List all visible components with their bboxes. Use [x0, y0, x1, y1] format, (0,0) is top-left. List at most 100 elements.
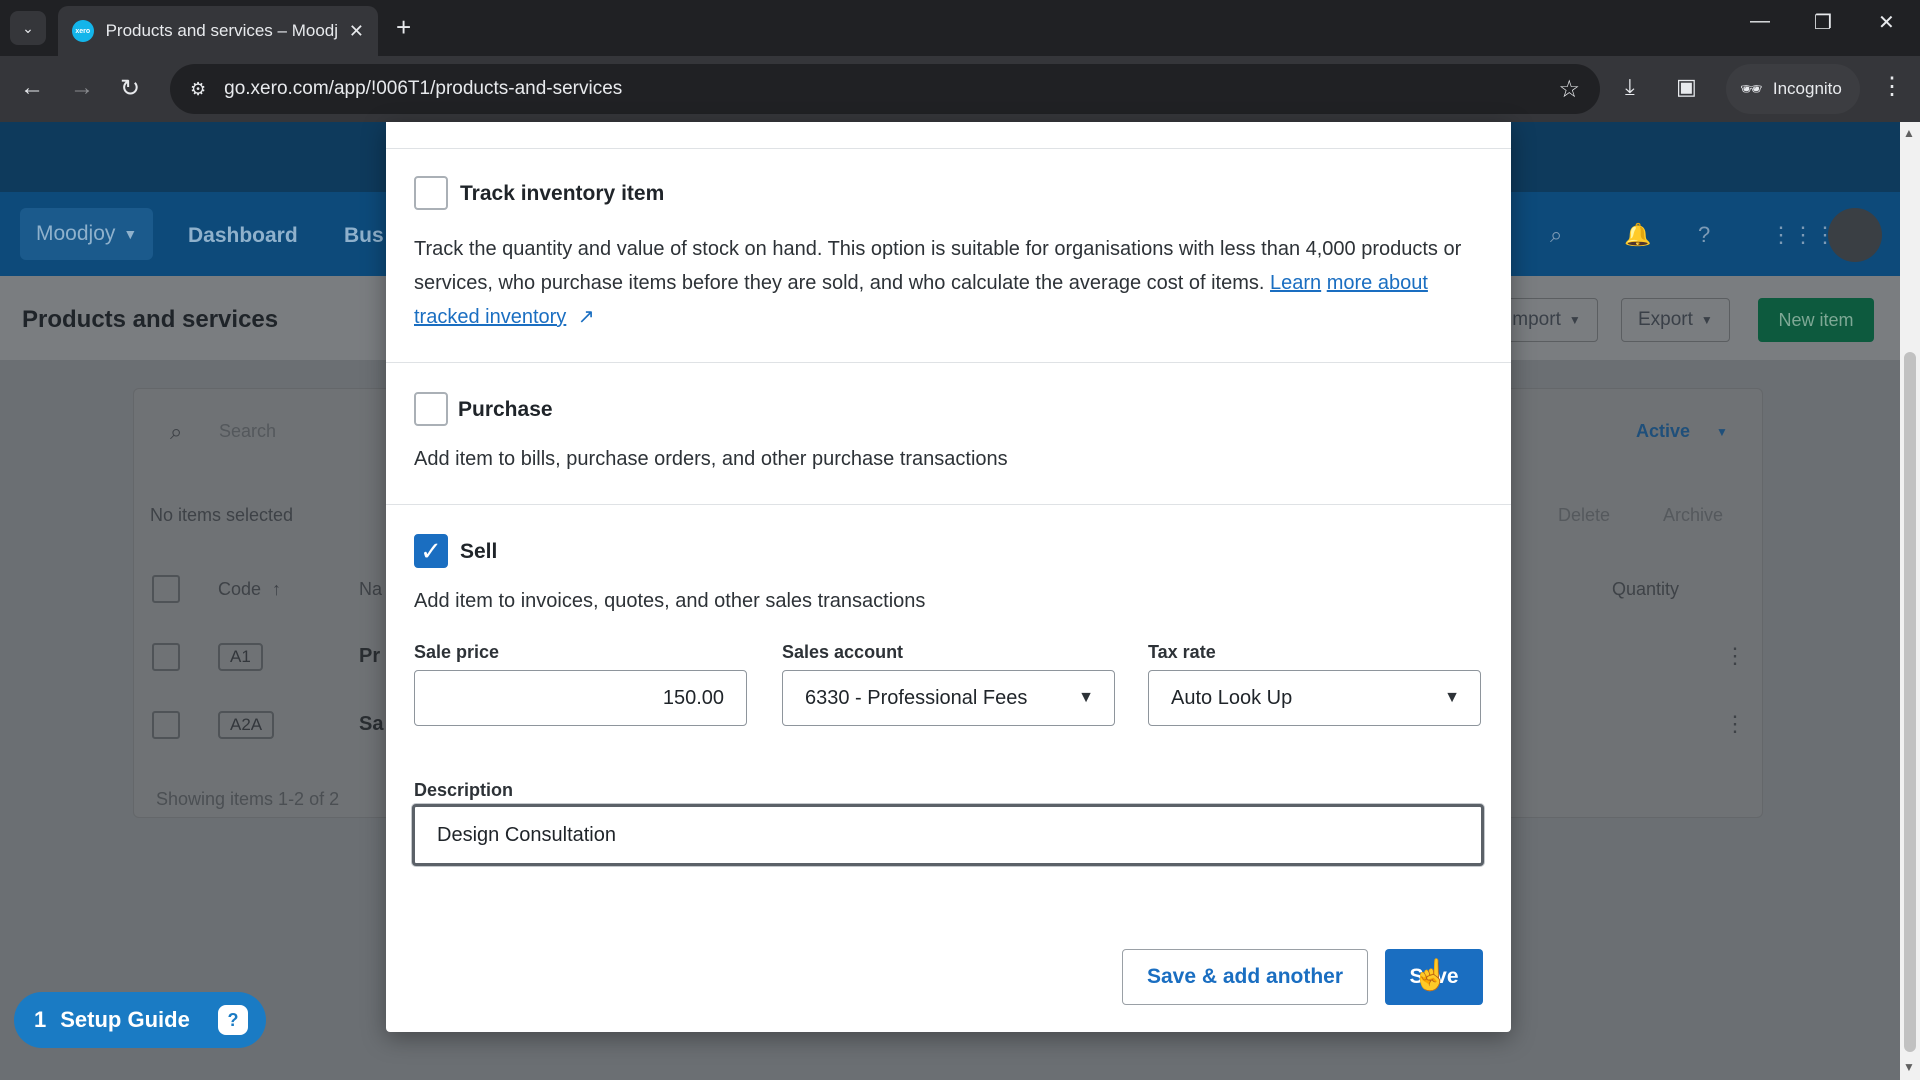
col-code[interactable]: Code [218, 579, 261, 600]
chevron-down-icon: ▼ [1568, 313, 1581, 327]
tax-rate-label: Tax rate [1148, 642, 1216, 662]
xero-favicon: xero [72, 20, 94, 42]
learn-link[interactable]: Learn [1270, 272, 1321, 294]
row-checkbox[interactable] [152, 711, 180, 739]
org-name: Moodjoy [36, 222, 116, 245]
nav-business[interactable]: Bus [344, 224, 384, 248]
description-value: Design Consultation [437, 823, 616, 846]
setup-guide-count: 1 [34, 1007, 47, 1032]
status-filter[interactable]: Active [1636, 421, 1690, 442]
sale-price-input[interactable]: 150.00 [414, 670, 747, 726]
description-input[interactable]: Design Consultation [412, 804, 1484, 866]
apps-grid-icon[interactable]: ⋮⋮⋮ [1770, 222, 1836, 248]
purchase-label: Purchase [458, 398, 553, 421]
sale-price-value: 150.00 [662, 686, 724, 709]
sell-checkbox[interactable]: ✓ [414, 534, 448, 568]
star-icon[interactable]: ☆ [1558, 75, 1580, 104]
caret-down-icon: ▼ [1078, 689, 1094, 706]
search-input[interactable]: Search [219, 421, 276, 442]
browser-toolbar: ← → ↻ ⚙ go.xero.com/app/!006T1/products-… [0, 56, 1920, 122]
window-close-icon[interactable]: ✕ [1878, 10, 1895, 35]
sales-account-value: 6330 - Professional Fees [805, 686, 1028, 709]
restore-icon[interactable]: ❐ [1814, 10, 1832, 35]
sidepanel-icon[interactable]: ▣ [1676, 74, 1697, 100]
export-button[interactable]: Export ▼ [1621, 298, 1730, 342]
export-label: Export [1638, 309, 1693, 330]
caret-down-icon: ▼ [1444, 689, 1460, 706]
save-and-add-another-button[interactable]: Save & add another [1122, 949, 1368, 1005]
sale-price-label: Sale price [414, 642, 500, 662]
row-code: A1 [218, 643, 263, 671]
browser-tab[interactable]: xero Products and services – Moodjoy ✕ [58, 6, 378, 56]
sales-account-label: Sales account [782, 642, 904, 662]
search-icon[interactable]: ⌕ [1550, 222, 1562, 248]
tab-list-icon[interactable]: ⌄ [10, 11, 46, 45]
tab-title: Products and services – Moodjoy [105, 21, 337, 40]
description-label: Description [414, 780, 514, 800]
scrollbar-thumb[interactable] [1904, 352, 1916, 1052]
setup-guide-button[interactable]: 1 Setup Guide ? [14, 992, 266, 1048]
chevron-down-icon: ▼ [1716, 425, 1728, 439]
scroll-down-icon[interactable]: ▼ [1903, 1060, 1915, 1074]
row-name[interactable]: Pr [359, 645, 380, 668]
setup-guide-label: Setup Guide [60, 1007, 190, 1032]
avatar[interactable] [1828, 208, 1882, 262]
browser-tabbar: ⌄ xero Products and services – Moodjoy ✕… [0, 0, 1920, 56]
menu-dots-icon[interactable]: ⋮ [1880, 72, 1904, 101]
archive-button[interactable]: Archive [1663, 505, 1723, 526]
delete-button[interactable]: Delete [1558, 505, 1610, 526]
selection-text: No items selected [150, 505, 294, 525]
track-inventory-desc: Track the quantity and value of stock on… [414, 232, 1484, 334]
chevron-down-icon: ▼ [123, 226, 138, 242]
divider [386, 504, 1511, 505]
new-item-modal: Track inventory item Track the quantity … [386, 122, 1511, 1032]
track-inventory-label: Track inventory item [460, 182, 665, 205]
tax-rate-value: Auto Look Up [1171, 686, 1293, 709]
list-footer: Showing items 1-2 of 2 [156, 789, 340, 809]
download-icon[interactable]: ⤓ [1625, 74, 1635, 100]
new-item-button[interactable]: New item [1758, 298, 1874, 342]
sales-account-select[interactable]: 6330 - Professional Fees ▼ [782, 670, 1115, 726]
help-icon[interactable]: ? [1698, 222, 1710, 248]
back-icon[interactable]: ← [20, 74, 44, 102]
purchase-desc: Add item to bills, purchase orders, and … [414, 448, 1008, 470]
tax-rate-select[interactable]: Auto Look Up ▼ [1148, 670, 1481, 726]
sell-label: Sell [460, 540, 498, 563]
page-title: Products and services [22, 306, 279, 333]
row-menu-icon[interactable]: ⋮ [1724, 711, 1746, 737]
row-code: A2A [218, 711, 275, 739]
row-menu-icon[interactable]: ⋮ [1724, 643, 1746, 669]
bell-icon[interactable]: 🔔 [1624, 222, 1651, 248]
chevron-down-icon: ▼ [1700, 313, 1713, 327]
forward-icon[interactable]: → [70, 74, 94, 102]
external-link-icon[interactable]: ↗ [578, 306, 595, 328]
checkmark-icon: ✓ [420, 535, 442, 566]
col-quantity: Quantity [1612, 579, 1680, 599]
select-all-checkbox[interactable] [152, 575, 180, 603]
search-icon: ⌕ [170, 419, 183, 444]
url-text[interactable]: go.xero.com/app/!006T1/products-and-serv… [224, 78, 622, 100]
sort-asc-icon: ↑ [272, 579, 281, 599]
nav-dashboard[interactable]: Dashboard [188, 224, 298, 248]
scroll-up-icon[interactable]: ▲ [1903, 126, 1915, 140]
cursor-hand-icon: ☝ [1412, 959, 1450, 992]
import-label: Import [1507, 309, 1561, 330]
incognito-icon: 🕶 [1740, 78, 1763, 99]
org-switcher[interactable]: Moodjoy ▼ [20, 208, 154, 260]
help-chat-icon[interactable]: ? [218, 1005, 248, 1035]
site-info-icon[interactable]: ⚙ [190, 79, 206, 100]
row-checkbox[interactable] [152, 643, 180, 671]
incognito-label: Incognito [1772, 79, 1842, 98]
divider [386, 362, 1511, 363]
incognito-indicator[interactable]: 🕶 Incognito [1726, 64, 1860, 114]
minimize-icon[interactable]: — [1750, 10, 1770, 33]
divider [386, 148, 1511, 149]
purchase-checkbox[interactable] [414, 392, 448, 426]
plus-icon[interactable]: + [396, 12, 411, 43]
col-name[interactable]: Na [359, 579, 382, 600]
row-name[interactable]: Sa [359, 713, 383, 736]
reload-icon[interactable]: ↻ [120, 74, 140, 103]
close-icon[interactable]: ✕ [349, 21, 364, 42]
track-inventory-checkbox[interactable] [414, 176, 448, 210]
address-bar[interactable]: ⚙ go.xero.com/app/!006T1/products-and-se… [170, 64, 1600, 114]
